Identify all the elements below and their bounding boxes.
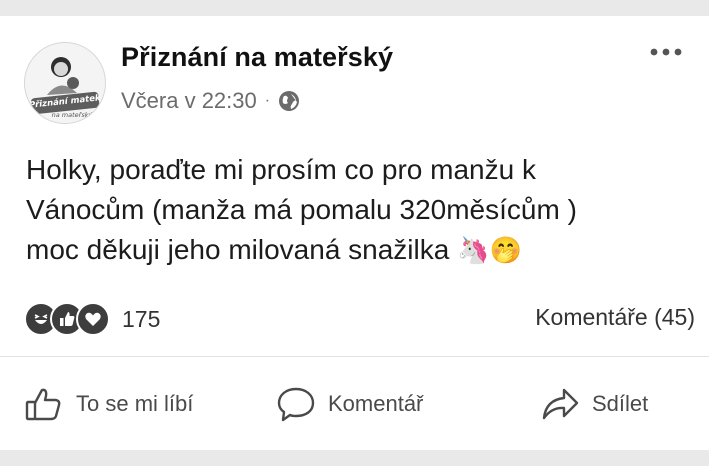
globe-icon	[278, 90, 300, 112]
page-logo: Přiznání matek na mateřský	[25, 43, 105, 123]
post-text-line: moc děkuji jeho milovaná snažilka 🦄🤭	[26, 230, 686, 270]
post-text-line: Vánocům (manža má pomalu 320měsícům )	[26, 194, 577, 225]
share-arrow-icon	[542, 388, 579, 420]
thumbs-up-icon	[25, 388, 61, 421]
like-button[interactable]: To se mi líbí	[24, 382, 193, 426]
like-label: To se mi líbí	[76, 391, 194, 416]
post-timestamp[interactable]: Včera v 22:30	[121, 88, 257, 114]
comment-button[interactable]: Komentář	[276, 382, 423, 426]
unicorn-emoji: 🦄	[457, 235, 490, 265]
reaction-count: 175	[122, 305, 161, 332]
page-name[interactable]: Přiznání na mateřský	[121, 42, 393, 73]
meta-separator: ·	[264, 92, 271, 109]
post-text-line: Holky, poraďte mi prosím co pro manžu k	[26, 154, 536, 185]
share-label: Sdílet	[592, 391, 649, 416]
hand-over-mouth-emoji: 🤭	[489, 235, 522, 265]
comments-count-link[interactable]: Komentáře (45)	[535, 304, 695, 331]
page-avatar[interactable]: Přiznání matek na mateřský	[24, 42, 106, 124]
reactions-summary[interactable]: 175	[24, 302, 160, 336]
post-card: Přiznání matek na mateřský Přiznání na m…	[0, 16, 709, 450]
svg-text:na mateřský: na mateřský	[52, 111, 93, 119]
speech-bubble-icon	[277, 387, 315, 422]
post-text-line-content: moc děkuji jeho milovaná snažilka	[26, 234, 450, 265]
post-meta: Včera v 22:30 ·	[121, 88, 300, 114]
post-text: Holky, poraďte mi prosím co pro manžu k …	[26, 150, 686, 270]
share-button[interactable]: Sdílet	[540, 382, 648, 426]
reaction-icons	[24, 302, 110, 336]
comment-label: Komentář	[328, 391, 424, 416]
love-icon	[76, 302, 110, 336]
more-options-icon[interactable]	[649, 44, 683, 60]
post-actions-bar: To se mi líbí Komentář Sdílet	[0, 382, 709, 426]
divider	[0, 356, 709, 357]
